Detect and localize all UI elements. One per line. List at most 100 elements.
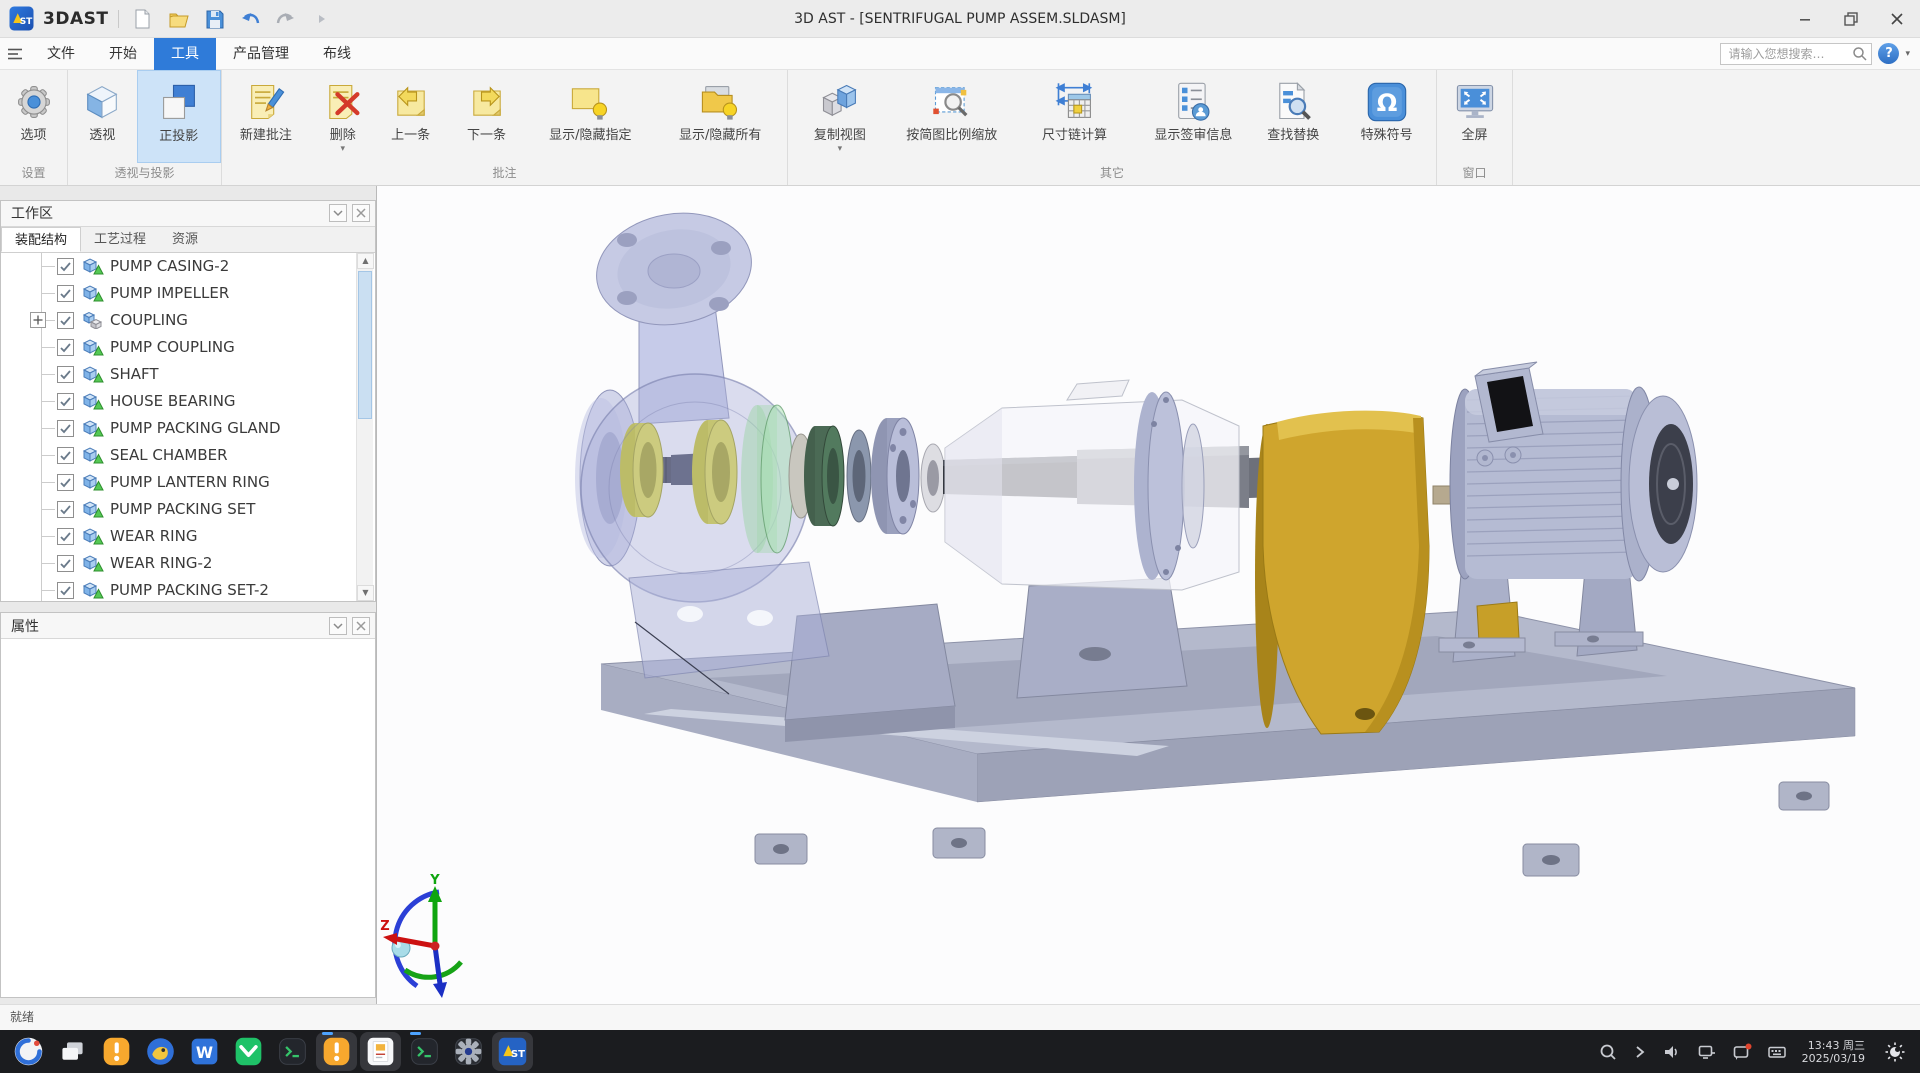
search-icon[interactable] [1852, 46, 1868, 62]
taskbar-app-orange-app[interactable] [96, 1032, 137, 1071]
menu-tab-4[interactable]: 产品管理 [216, 38, 306, 70]
ribbon-button[interactable]: 显示/隐藏指定 [527, 70, 653, 163]
visibility-checkbox[interactable] [57, 528, 74, 545]
brightness-icon[interactable] [1884, 1041, 1906, 1063]
taskbar-app-mail[interactable] [228, 1032, 269, 1071]
3d-viewport[interactable]: Y Z [377, 186, 1920, 1004]
ribbon-button[interactable]: 全屏 [1437, 70, 1512, 163]
ribbon-button-label: 查找替换 [1267, 128, 1319, 144]
workspace-tab-3[interactable]: 资源 [159, 227, 211, 252]
visibility-checkbox[interactable] [57, 366, 74, 383]
more-button[interactable] [309, 6, 335, 32]
visibility-checkbox[interactable] [57, 393, 74, 410]
ribbon-button[interactable]: 按简图比例缩放 [892, 70, 1012, 163]
tree-item[interactable]: PUMP LANTERN RING [1, 469, 375, 496]
close-button[interactable] [1874, 0, 1920, 37]
minimize-button[interactable] [1782, 0, 1828, 37]
ribbon-button[interactable]: Ω特殊符号 [1337, 70, 1436, 163]
ribbon-button[interactable]: 复制视图▾ [788, 70, 892, 163]
ribbon-button[interactable]: 显示签审信息 [1137, 70, 1249, 163]
volume-icon[interactable] [1662, 1042, 1682, 1062]
undo-button[interactable] [237, 6, 263, 32]
ribbon-button-label: 删除 [330, 128, 356, 144]
dropdown-caret-icon[interactable]: ▾ [838, 144, 843, 154]
tree-item[interactable]: PUMP COUPLING [1, 334, 375, 361]
redo-button[interactable] [273, 6, 299, 32]
scroll-down-icon[interactable]: ▼ [357, 585, 374, 601]
scroll-up-icon[interactable]: ▲ [357, 253, 374, 269]
taskbar-app-control-center[interactable] [448, 1032, 489, 1071]
menu-tab-3[interactable]: 工具 [154, 38, 216, 70]
expand-icon[interactable] [30, 312, 46, 328]
menu-tab-2[interactable]: 开始 [92, 38, 154, 70]
ribbon-button[interactable]: 显示/隐藏所有 [653, 70, 787, 163]
taskbar-clock[interactable]: 13:43 周三 2025/03/19 [1802, 1039, 1865, 1065]
display-icon[interactable] [1697, 1042, 1717, 1062]
restore-button[interactable] [1828, 0, 1874, 37]
workspace-tab-2[interactable]: 工艺过程 [81, 227, 159, 252]
ribbon-button[interactable]: 下一条 [446, 70, 528, 163]
notification-icon[interactable] [1732, 1042, 1752, 1062]
save-button[interactable] [201, 6, 227, 32]
tree-item[interactable]: PUMP PACKING GLAND [1, 415, 375, 442]
collapse-panel-button[interactable] [329, 204, 347, 222]
collapse-panel-button[interactable] [329, 617, 347, 635]
orientation-gizmo[interactable]: Y Z [380, 873, 461, 998]
taskbar-app-terminal[interactable] [404, 1032, 445, 1071]
ribbon-button[interactable]: 正投影 [137, 70, 221, 163]
close-panel-button[interactable] [352, 617, 370, 635]
scrollbar-thumb[interactable] [358, 271, 372, 419]
open-folder-button[interactable] [165, 6, 191, 32]
menu-tab-1[interactable]: 文件 [30, 38, 92, 70]
tree-item[interactable]: SEAL CHAMBER [1, 442, 375, 469]
close-panel-button[interactable] [352, 204, 370, 222]
visibility-checkbox[interactable] [57, 258, 74, 275]
ribbon-button[interactable]: 新建批注 [222, 70, 310, 163]
ribbon-button[interactable]: 查找替换 [1249, 70, 1337, 163]
tree-item[interactable]: PUMP IMPELLER [1, 280, 375, 307]
new-document-button[interactable] [129, 6, 155, 32]
tree-item[interactable]: PUMP PACKING SET [1, 496, 375, 523]
visibility-checkbox[interactable] [57, 447, 74, 464]
taskbar-app-document-viewer[interactable] [360, 1032, 401, 1071]
ribbon-button[interactable]: 删除▾ [310, 70, 376, 163]
assembly-tree: PUMP CASING-2PUMP IMPELLERCOUPLINGPUMP C… [1, 253, 375, 601]
taskbar-app-task-view[interactable] [52, 1032, 93, 1071]
menu-tab-5[interactable]: 布线 [306, 38, 368, 70]
workspace-tab-1[interactable]: 装配结构 [1, 227, 81, 252]
taskbar-app-browser[interactable] [140, 1032, 181, 1071]
tree-item[interactable]: HOUSE BEARING [1, 388, 375, 415]
visibility-checkbox[interactable] [57, 312, 74, 329]
taskbar-app-terminal[interactable] [272, 1032, 313, 1071]
ribbon-button[interactable]: 上一条 [376, 70, 446, 163]
taskbar-app-launcher[interactable] [8, 1032, 49, 1071]
tree-item[interactable]: PUMP CASING-2 [1, 253, 375, 280]
tree-item[interactable]: WEAR RING [1, 523, 375, 550]
visibility-checkbox[interactable] [57, 285, 74, 302]
help-dropdown-caret-icon[interactable]: ▾ [1905, 49, 1910, 59]
chevron-right-icon[interactable] [1633, 1042, 1647, 1062]
dropdown-caret-icon[interactable]: ▾ [341, 144, 346, 154]
search-tray-icon[interactable] [1598, 1042, 1618, 1062]
search-input[interactable] [1720, 43, 1872, 65]
taskbar-app-ast-3d[interactable]: ST [492, 1032, 533, 1071]
hamburger-icon[interactable] [0, 47, 30, 61]
visibility-checkbox[interactable] [57, 420, 74, 437]
ribbon-button[interactable]: 透视 [68, 70, 137, 163]
taskbar-app-orange-app[interactable] [316, 1032, 357, 1071]
tree-item[interactable]: PUMP PACKING SET-2 [1, 577, 375, 601]
tree-scrollbar[interactable]: ▲ ▼ [356, 253, 373, 601]
tree-item[interactable]: SHAFT [1, 361, 375, 388]
visibility-checkbox[interactable] [57, 555, 74, 572]
visibility-checkbox[interactable] [57, 339, 74, 356]
visibility-checkbox[interactable] [57, 474, 74, 491]
visibility-checkbox[interactable] [57, 582, 74, 599]
ribbon-button[interactable]: 选项 [0, 70, 67, 163]
ribbon-button[interactable]: 尺寸链计算 [1012, 70, 1138, 163]
help-icon[interactable]: ? [1878, 43, 1899, 64]
taskbar-app-wps[interactable]: W [184, 1032, 225, 1071]
tree-item[interactable]: COUPLING [1, 307, 375, 334]
tree-item[interactable]: WEAR RING-2 [1, 550, 375, 577]
visibility-checkbox[interactable] [57, 501, 74, 518]
onboard-keyboard-icon[interactable] [1767, 1042, 1787, 1062]
